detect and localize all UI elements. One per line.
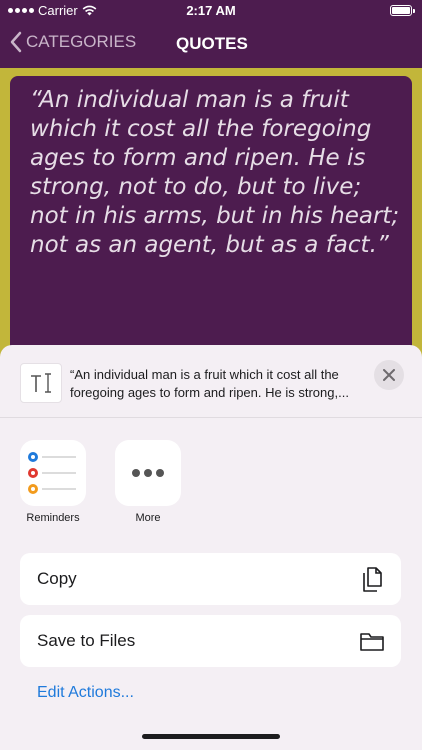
- navigation-bar: CATEGORIES QUOTES: [0, 22, 422, 68]
- clock: 2:17 AM: [186, 3, 236, 18]
- folder-icon: [360, 633, 384, 651]
- share-sheet-header: “An individual man is a fruit which it c…: [0, 345, 422, 418]
- quote-card[interactable]: “An individual man is a fruit which it c…: [10, 76, 412, 366]
- action-label: Save to Files: [37, 631, 136, 650]
- reminders-icon: [20, 440, 86, 506]
- back-button[interactable]: CATEGORIES: [10, 31, 136, 53]
- back-label: CATEGORIES: [26, 32, 137, 51]
- text-document-icon: [20, 363, 62, 403]
- top-bar: Carrier 2:17 AM CATEGORIES QUOTES: [0, 0, 422, 68]
- share-app-label: More: [135, 512, 161, 524]
- action-label: Copy: [37, 569, 77, 588]
- close-button[interactable]: [374, 360, 404, 390]
- quote-text: “An individual man is a fruit which it c…: [30, 87, 400, 258]
- edit-actions-link[interactable]: Edit Actions...: [37, 684, 134, 702]
- home-indicator: [142, 734, 280, 739]
- save-to-files-action[interactable]: Save to Files: [20, 615, 401, 667]
- share-preview-text: “An individual man is a fruit which it c…: [70, 367, 349, 400]
- status-bar: Carrier 2:17 AM: [0, 0, 422, 22]
- share-app-more[interactable]: More: [108, 440, 188, 524]
- copy-action[interactable]: Copy: [20, 553, 401, 605]
- share-app-label: Reminders: [26, 512, 80, 524]
- share-app-row: Reminders More: [0, 440, 422, 530]
- share-app-reminders[interactable]: Reminders: [13, 440, 93, 524]
- page-title: QUOTES: [176, 34, 248, 53]
- chevron-left-icon: [10, 31, 22, 53]
- more-icon: [115, 440, 181, 506]
- battery-icon: [390, 5, 415, 16]
- close-icon: [383, 369, 395, 381]
- share-sheet: “An individual man is a fruit which it c…: [0, 345, 422, 750]
- copy-icon: [363, 567, 382, 592]
